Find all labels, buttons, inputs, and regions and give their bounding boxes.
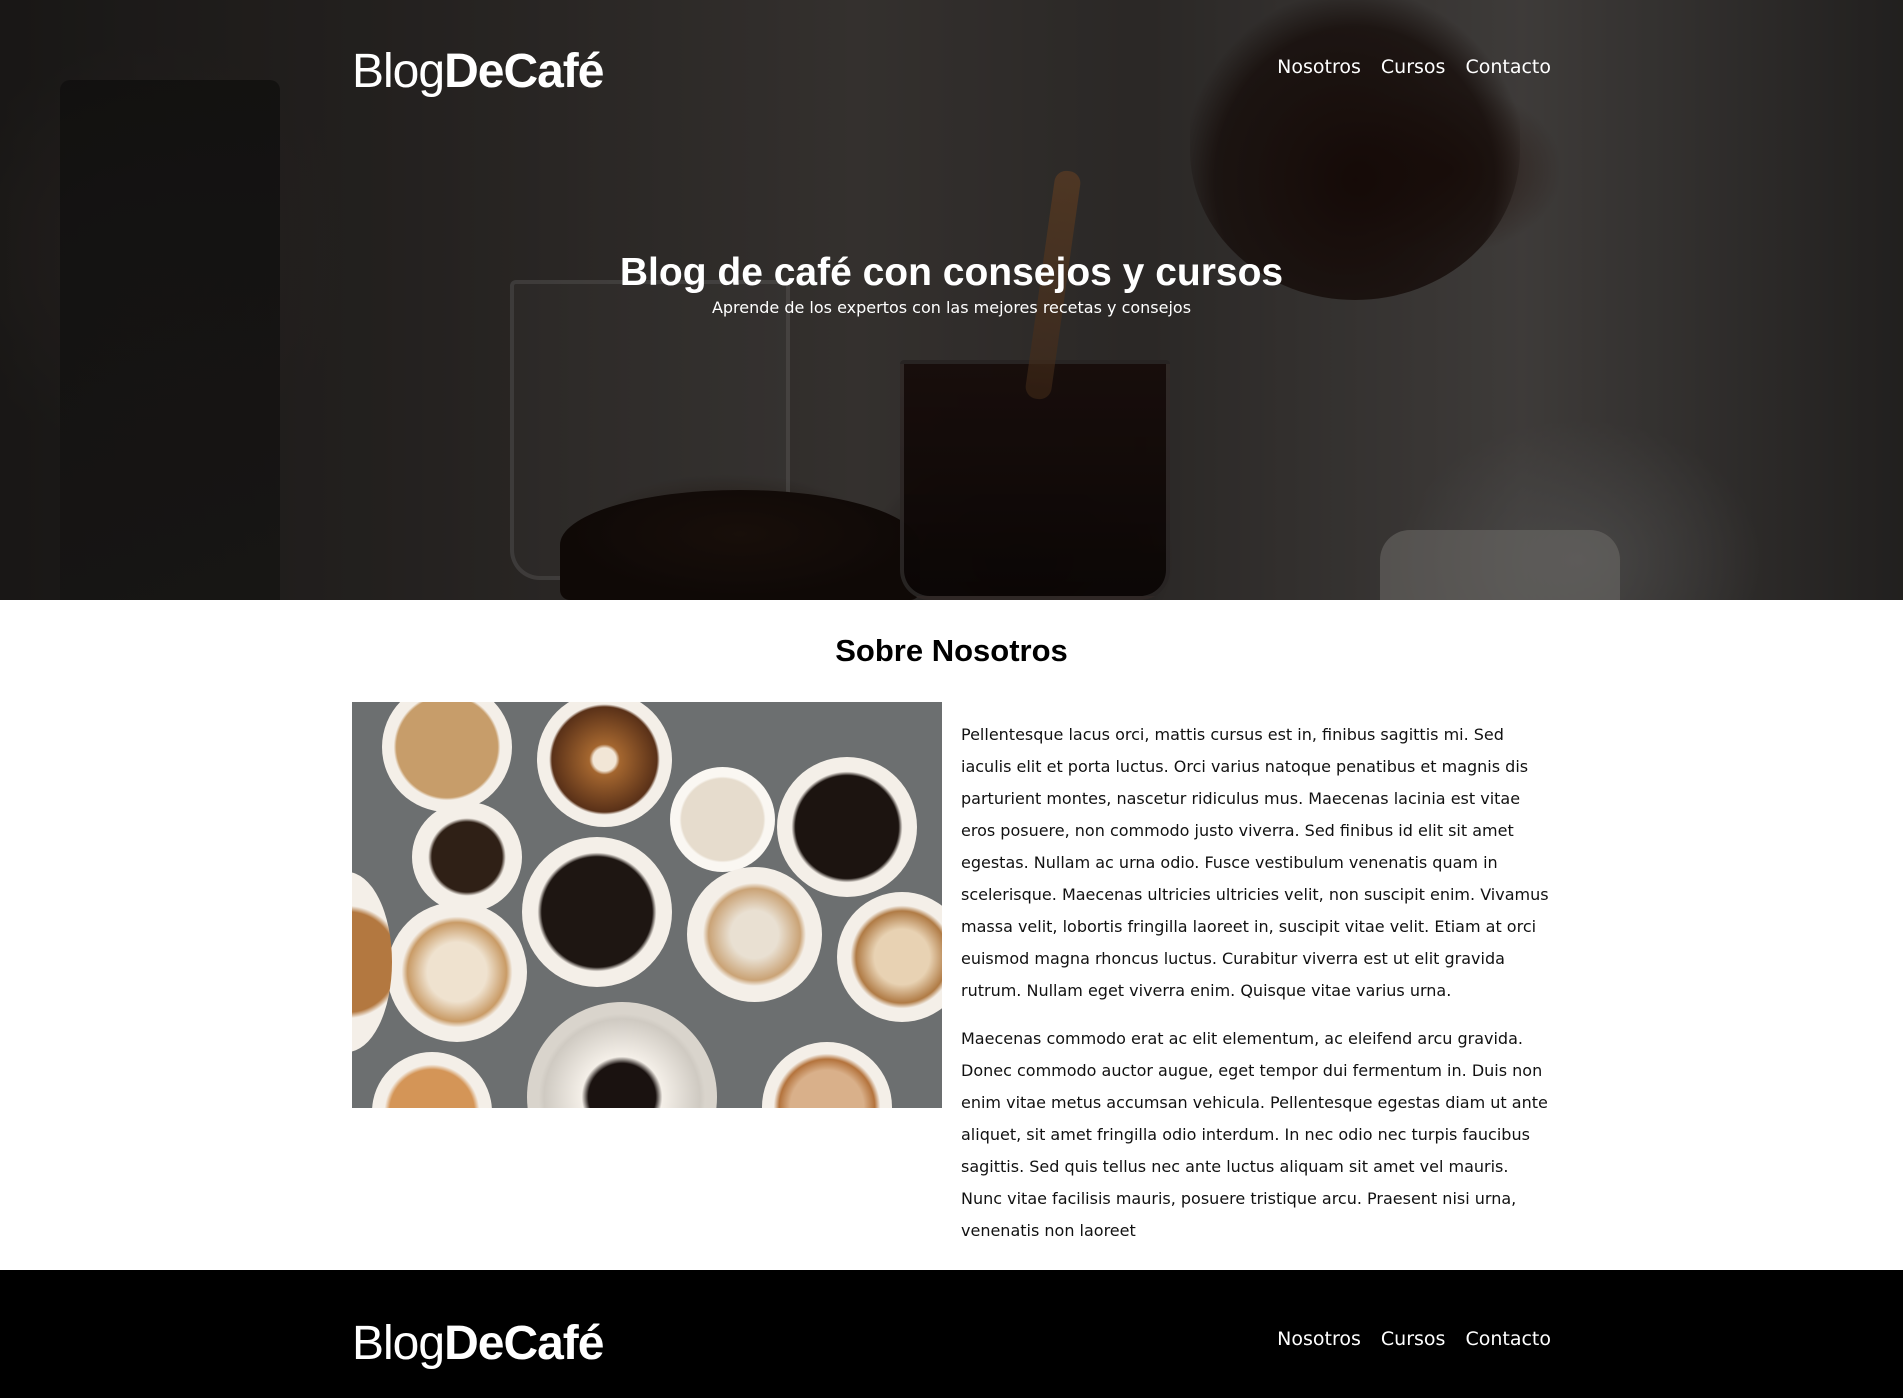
coffee-cup	[412, 802, 522, 912]
coffee-cup	[762, 1042, 892, 1108]
site-logo[interactable]: BlogDeCafé	[352, 44, 604, 99]
coffee-cup	[687, 867, 822, 1002]
hero-title: Blog de café con consejos y cursos	[619, 251, 1284, 294]
about-title: Sobre Nosotros	[835, 633, 1068, 668]
site-header: BlogDeCafé Nosotros Cursos Contacto	[0, 0, 1903, 140]
logo-text-bold: DeCafé	[444, 1317, 604, 1370]
site-footer: BlogDeCafé Nosotros Cursos Contacto	[0, 1270, 1903, 1398]
logo-text-bold: DeCafé	[444, 45, 604, 98]
footer-link-contacto[interactable]: Contacto	[1465, 1328, 1551, 1350]
footer-link-nosotros[interactable]: Nosotros	[1277, 1328, 1361, 1350]
footer-link-cursos[interactable]: Cursos	[1381, 1328, 1446, 1350]
coffee-cup	[382, 702, 512, 812]
about-paragraph: Maecenas commodo erat ac elit elementum,…	[961, 1029, 1548, 1240]
footer-logo[interactable]: BlogDeCafé	[352, 1316, 604, 1371]
coffee-cup	[670, 767, 775, 872]
main-nav: Nosotros Cursos Contacto	[1277, 56, 1551, 78]
coffee-cups-image	[352, 702, 942, 1108]
logo-text-light: Blog	[352, 1317, 445, 1370]
footer-nav: Nosotros Cursos Contacto	[1277, 1328, 1551, 1350]
hero-section: BlogDeCafé Nosotros Cursos Contacto Blog…	[0, 0, 1903, 600]
coffee-cup	[387, 902, 527, 1042]
coffee-cup	[522, 837, 672, 987]
about-section: Sobre Nosotros Pellentesque lacus orci, …	[0, 600, 1903, 1270]
logo-text-light: Blog	[352, 45, 445, 98]
about-paragraph: Pellentesque lacus orci, mattis cursus e…	[961, 725, 1549, 1000]
nav-link-nosotros[interactable]: Nosotros	[1277, 56, 1361, 78]
coffee-cup	[837, 892, 942, 1022]
hero-text: Blog de café con consejos y cursos Apren…	[0, 250, 1903, 317]
nav-link-cursos[interactable]: Cursos	[1381, 56, 1446, 78]
about-text: Pellentesque lacus orci, mattis cursus e…	[961, 719, 1553, 1263]
coffee-cup	[372, 1052, 492, 1108]
coffee-cup	[537, 702, 672, 827]
nav-link-contacto[interactable]: Contacto	[1465, 56, 1551, 78]
hero-subtitle: Aprende de los expertos con las mejores …	[711, 298, 1192, 317]
coffee-cup	[777, 757, 917, 897]
coffee-saucer	[527, 1002, 717, 1108]
page: BlogDeCafé Nosotros Cursos Contacto Blog…	[0, 0, 1903, 1398]
coffee-cup	[352, 872, 392, 1052]
